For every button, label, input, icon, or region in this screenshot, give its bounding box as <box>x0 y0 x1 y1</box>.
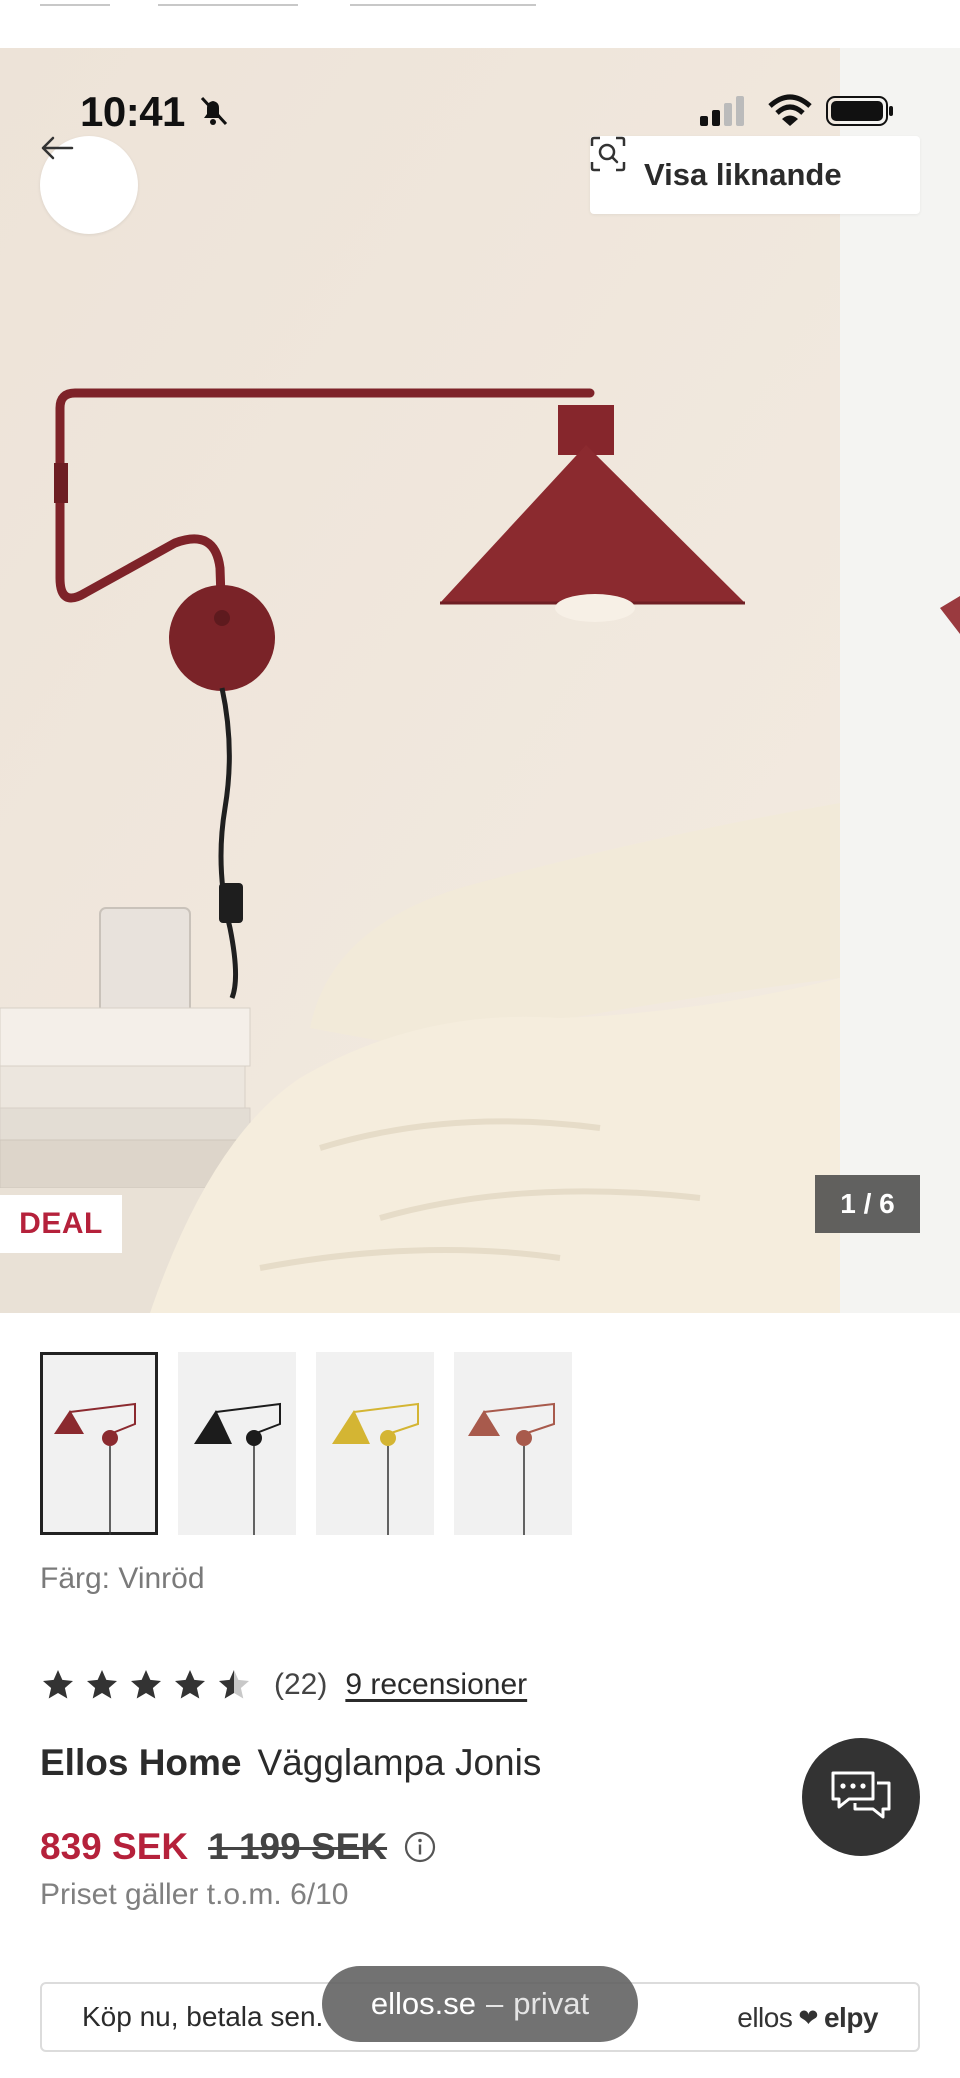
color-label: Färg: Vinröd <box>40 1562 205 1595</box>
back-button[interactable] <box>40 136 138 234</box>
deal-badge: DEAL <box>0 1195 122 1253</box>
info-icon[interactable] <box>403 1830 437 1864</box>
product-brand[interactable]: Ellos Home <box>40 1742 242 1783</box>
price-row: 839 SEK 1 199 SEK <box>40 1822 437 1872</box>
status-time: 10:41 <box>80 88 185 135</box>
thumbnail-svart[interactable] <box>178 1352 296 1535</box>
status-bar: 10:41 <box>0 88 960 138</box>
color-thumbnails <box>40 1352 592 1535</box>
breadcrumb-item[interactable] <box>158 0 298 6</box>
browser-url-bar[interactable]: ellos.se – privat <box>322 1966 638 2042</box>
rating-stars <box>40 1667 252 1703</box>
thumbnail-lamp-image <box>468 1402 555 1535</box>
chat-icon <box>831 1771 891 1819</box>
product-photo <box>0 48 960 1313</box>
thumbnail-gul[interactable] <box>316 1352 434 1535</box>
breadcrumb <box>0 0 960 48</box>
chat-button[interactable] <box>802 1738 920 1856</box>
price-original: 1 199 SEK <box>208 1826 388 1867</box>
url-separator: – <box>486 1986 504 2021</box>
product-name: Vägglampa Jonis <box>257 1742 542 1783</box>
price-note: Priset gäller t.o.m. 6/10 <box>40 1878 349 1911</box>
star-icon <box>175 1670 205 1699</box>
show-similar-label: Visa liknande <box>644 157 842 192</box>
signal-icon <box>700 96 744 126</box>
product-title: Ellos Home Vägglampa Jonis <box>40 1742 541 1784</box>
rating-count: (22) <box>274 1668 328 1701</box>
breadcrumb-item[interactable] <box>350 0 536 6</box>
star-half-icon <box>219 1670 249 1699</box>
star-icon <box>87 1670 117 1699</box>
star-icon <box>43 1670 73 1699</box>
show-similar-button[interactable]: Visa liknande <box>590 136 920 214</box>
thumbnail-lamp-image <box>332 1402 419 1535</box>
thumbnail-lamp-image <box>194 1402 281 1535</box>
star-icon <box>131 1670 161 1699</box>
battery-icon <box>826 96 893 126</box>
payment-text: Köp nu, betala sen. <box>82 2001 324 2032</box>
thumbnail-lamp-image <box>54 1402 136 1535</box>
rating-row: (22) 9 recensioner <box>40 1660 527 1710</box>
breadcrumb-item[interactable] <box>40 0 110 6</box>
heart-icon: ❤ <box>798 2004 818 2032</box>
product-image-carousel[interactable]: 10:41 Visa liknande DEAL 1 / 6 <box>0 48 960 1313</box>
thumbnail-rost[interactable] <box>454 1352 572 1535</box>
price-current: 839 SEK <box>40 1826 189 1867</box>
browsing-mode: privat <box>513 1986 590 2021</box>
elpy-logo-text: elpy <box>823 2002 879 2033</box>
image-counter: 1 / 6 <box>815 1175 920 1233</box>
thumbnail-vinrod[interactable] <box>40 1352 158 1535</box>
bell-muted-icon <box>200 96 228 126</box>
payment-logo: ellos ❤ elpy <box>737 2002 878 2034</box>
reviews-link[interactable]: 9 recensioner <box>345 1668 527 1702</box>
arrow-left-icon <box>41 136 74 160</box>
wifi-icon <box>768 94 812 126</box>
url-domain: ellos.se <box>370 1986 477 2021</box>
ellos-logo-text: ellos <box>737 2002 793 2033</box>
visual-search-icon <box>590 136 626 172</box>
